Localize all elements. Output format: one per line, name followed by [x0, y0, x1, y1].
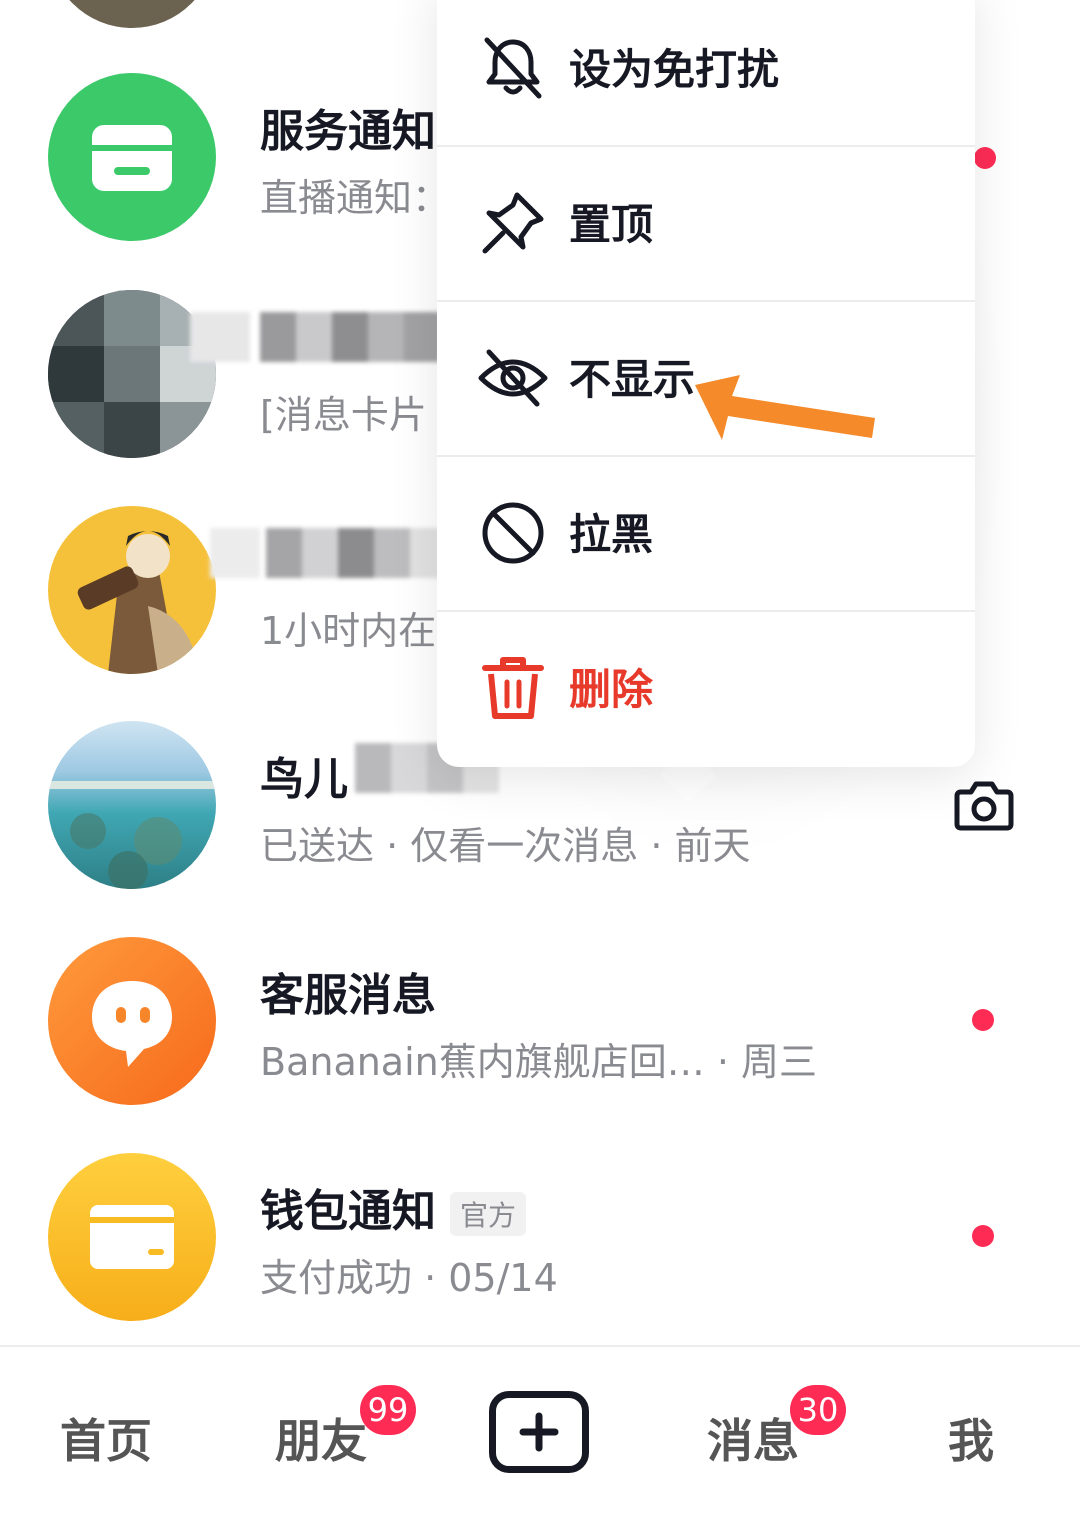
conversation-preview: Bananain蕉内旗舰店回… · 周三 — [260, 1040, 817, 1084]
pin-icon — [482, 192, 544, 254]
annotation-arrow-icon — [695, 375, 875, 440]
conversation-preview: [消息卡片 — [260, 393, 427, 437]
menu-item-label: 删除 — [569, 665, 654, 714]
menu-item-delete[interactable]: 删除 — [437, 612, 975, 767]
plus-icon — [519, 1412, 559, 1452]
trash-icon — [482, 657, 544, 719]
nav-me[interactable]: 我 — [948, 1405, 994, 1471]
bottom-nav: 首页 朋友 99 消息 30 我 — [0, 1345, 1080, 1519]
messages-badge: 30 — [790, 1385, 846, 1435]
menu-item-label: 拉黑 — [569, 510, 654, 559]
conversation-name: 钱包通知 官方 — [260, 1175, 527, 1239]
menu-item-label: 不显示 — [569, 355, 696, 404]
avatar — [48, 937, 216, 1105]
avatar — [48, 73, 216, 241]
conversation-name: 服务通知 — [260, 106, 436, 157]
conversation-name: 客服消息 — [260, 970, 436, 1021]
chat-bubble-icon — [92, 981, 172, 1067]
conversation-item[interactable]: 钱包通知 官方 支付成功 · 05/14 — [0, 1135, 1080, 1335]
avatar — [48, 0, 216, 28]
nav-messages[interactable]: 消息 — [707, 1405, 799, 1471]
block-icon — [482, 502, 544, 564]
eye-off-icon — [478, 349, 548, 407]
inbox-icon — [92, 125, 172, 191]
pixelated-name — [190, 312, 440, 362]
conversation-name: 鸟儿 — [260, 754, 348, 805]
unread-dot — [972, 1009, 994, 1031]
conversation-item[interactable]: 客服消息 Bananain蕉内旗舰店回… · 周三 — [0, 919, 1080, 1119]
avatar — [48, 721, 216, 889]
menu-item-block[interactable]: 拉黑 — [437, 457, 975, 612]
menu-item-mute[interactable]: 设为免打扰 — [437, 0, 975, 147]
illustration-image — [77, 531, 198, 674]
avatar — [48, 1153, 216, 1321]
wallet-card-icon — [90, 1205, 174, 1269]
conversation-preview: 支付成功 · 05/14 — [260, 1256, 558, 1300]
unread-dot — [972, 1225, 994, 1247]
conversation-name-text: 钱包通知 — [260, 1186, 436, 1237]
menu-item-label: 设为免打扰 — [569, 45, 780, 94]
create-button[interactable] — [489, 1391, 589, 1473]
conversation-preview: 1小时内在 — [260, 609, 437, 653]
nav-home[interactable]: 首页 — [60, 1405, 152, 1471]
nav-friends[interactable]: 朋友 — [275, 1405, 367, 1471]
friends-badge: 99 — [360, 1385, 416, 1435]
sea-photo-image — [48, 781, 216, 889]
menu-item-label: 置顶 — [569, 200, 654, 249]
menu-item-pin[interactable]: 置顶 — [437, 147, 975, 302]
official-tag: 官方 — [450, 1192, 527, 1236]
bell-off-icon — [484, 37, 542, 99]
avatar — [48, 506, 216, 674]
